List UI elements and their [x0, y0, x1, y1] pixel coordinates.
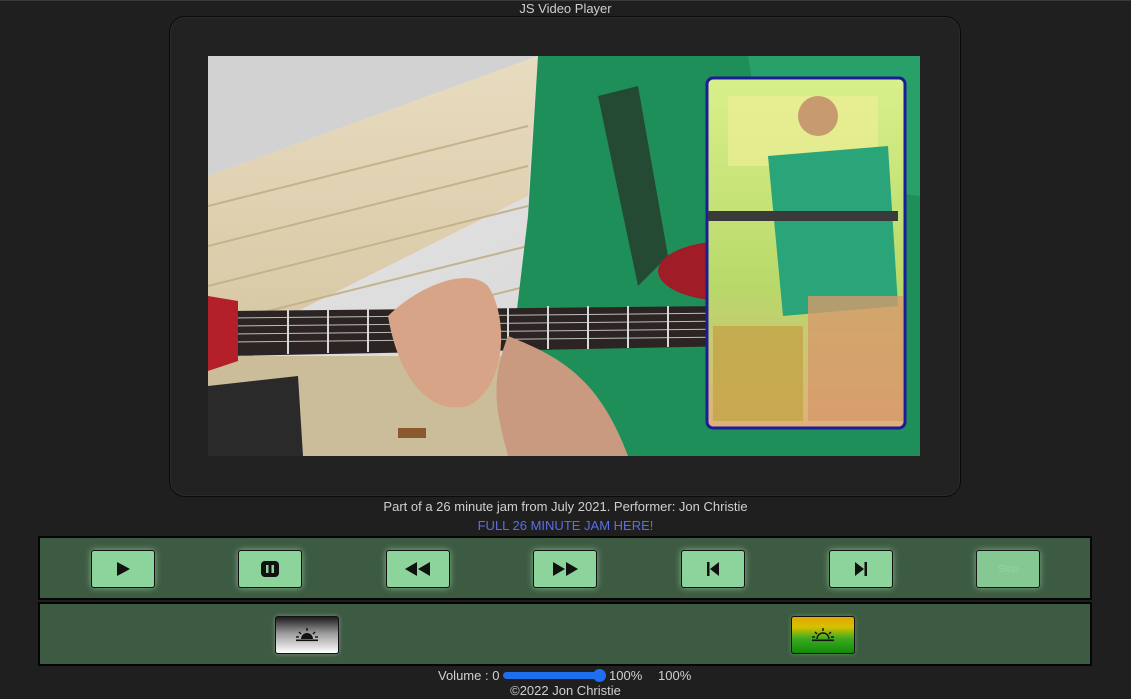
- window-title: JS Video Player: [0, 0, 1131, 17]
- video-filter-panel: [38, 602, 1092, 666]
- playback-controls-panel: Stop: [38, 536, 1092, 600]
- rewind-icon: [405, 562, 430, 576]
- sunset-icon: [296, 628, 318, 642]
- video-display[interactable]: [208, 56, 920, 456]
- pause-button[interactable]: [238, 550, 302, 588]
- video-caption: Part of a 26 minute jam from July 2021. …: [383, 499, 748, 514]
- rewind-button[interactable]: [386, 550, 450, 588]
- grayscale-filter-button[interactable]: [275, 616, 339, 654]
- volume-slider-track[interactable]: [503, 672, 599, 679]
- skip-previous-button[interactable]: [681, 550, 745, 588]
- copyright-footer: ©2022 Jon Christie: [510, 683, 621, 698]
- stop-button[interactable]: Stop: [976, 550, 1040, 588]
- volume-max-label: 100%: [609, 668, 643, 683]
- play-icon: [117, 562, 130, 576]
- volume-label: Volume : 0: [438, 668, 500, 683]
- skip-next-button[interactable]: [829, 550, 893, 588]
- skip-next-icon: [855, 562, 867, 576]
- sunset-icon: [812, 628, 834, 642]
- full-jam-link[interactable]: FULL 26 MINUTE JAM HERE!: [0, 518, 1131, 533]
- skip-previous-icon: [707, 562, 719, 576]
- stop-button-label: Stop: [997, 563, 1019, 575]
- video-frame-image: [208, 56, 920, 456]
- fast-forward-icon: [553, 562, 578, 576]
- play-button[interactable]: [91, 550, 155, 588]
- volume-slider-thumb[interactable]: [593, 669, 606, 682]
- player-frame: [169, 16, 961, 497]
- color-filter-button[interactable]: [791, 616, 855, 654]
- volume-value: 100%: [658, 668, 692, 683]
- fast-forward-button[interactable]: [533, 550, 597, 588]
- pause-icon: [261, 561, 279, 577]
